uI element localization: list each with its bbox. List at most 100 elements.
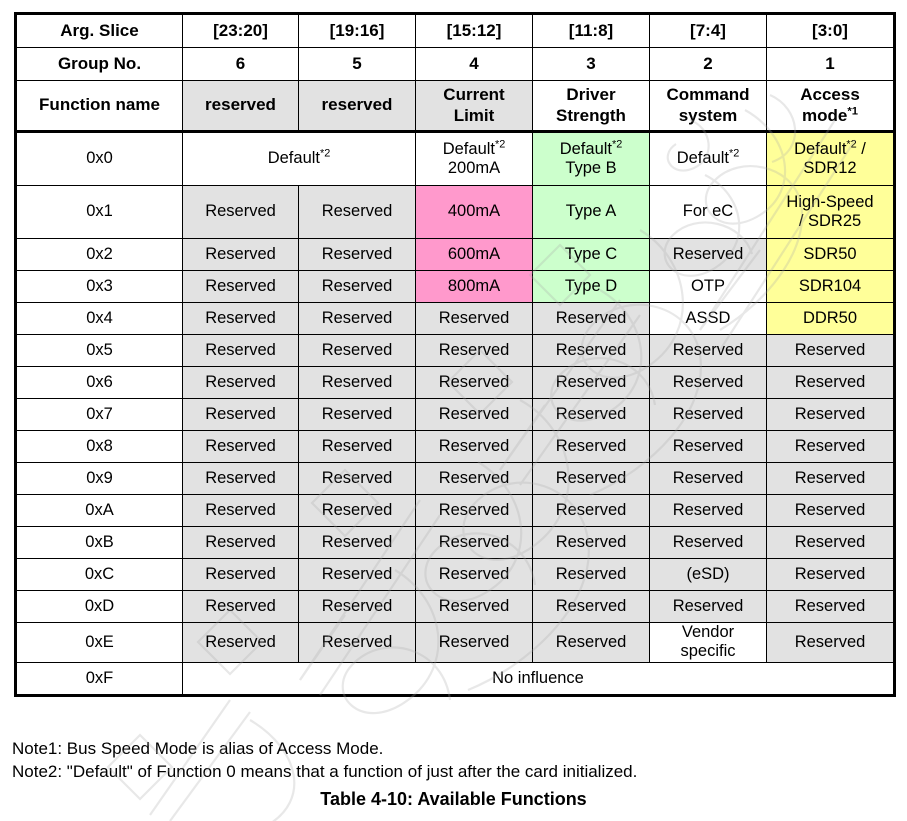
table-row: 0x6 Reserved Reserved Reserved Reserved Reser… <box>15 366 895 399</box>
cell-line1: Reserved <box>438 564 510 583</box>
data-cell: Reserved <box>182 185 299 239</box>
data-cell: Reserved <box>766 494 895 527</box>
cell-line1: Reserved <box>321 468 393 487</box>
arg-slice-cell-4: [7:4] <box>649 13 767 48</box>
table-row: 0x7 Reserved Reserved Reserved Reserved Reser… <box>15 398 895 431</box>
group-no-cell-2: 4 <box>415 47 533 81</box>
data-cell: Default*2 <box>649 131 767 186</box>
group-no-cell-1: 5 <box>298 47 416 81</box>
data-cell: Type A <box>532 185 650 239</box>
function-name-cell-2: Current Limit <box>415 80 533 133</box>
cell-line1: Reserved <box>321 404 393 423</box>
cell-line1: Default*2 <box>442 138 506 158</box>
note-1: Note1: Bus Speed Mode is alias of Access… <box>12 739 384 758</box>
data-cell: Reserved <box>766 590 895 623</box>
header-function-name-label: Function name <box>15 80 183 133</box>
document-page: Arg. Slice [23:20] [19:16] [15:12] [11:8] [7:… <box>0 0 907 821</box>
data-cell: Reserved <box>182 398 299 431</box>
row-function-name: Function name reserved reserved Current Limi… <box>15 80 895 133</box>
cell-line1: Reserved <box>794 468 866 487</box>
table-row: 0xE Reserved Reserved Reserved Reserved Vendo… <box>15 622 895 663</box>
data-cell: Reserved <box>415 590 533 623</box>
data-cell: Reserved <box>298 494 416 527</box>
data-cell: Reserved <box>298 270 416 303</box>
data-cell: Type C <box>532 238 650 271</box>
data-cell: Reserved <box>532 334 650 367</box>
cell-line1: Type D <box>564 276 618 295</box>
arg-slice-cell-1: [19:16] <box>298 13 416 48</box>
cell-line1: Reserved <box>555 372 627 391</box>
cell-line1: SDR50 <box>803 244 857 263</box>
data-cell: 400mA <box>415 185 533 239</box>
group-no-cell-4: 2 <box>649 47 767 81</box>
cell-line1: Reserved <box>205 276 276 295</box>
function-name-line2: system <box>678 105 738 125</box>
table-row: 0x8 Reserved Reserved Reserved Reserved Reser… <box>15 430 895 463</box>
row-id-cell: 0x6 <box>15 366 183 399</box>
data-cell: Default*2 200mA <box>415 131 533 186</box>
data-cell: Reserved <box>532 366 650 399</box>
data-cell: Reserved <box>649 526 767 559</box>
data-cell: SDR104 <box>766 270 895 303</box>
cell-line1: Reserved <box>205 532 276 551</box>
cell-line1: Reserved <box>438 372 510 391</box>
table-row: 0x4 Reserved Reserved Reserved Reserved ASSD D… <box>15 302 895 335</box>
data-cell: Reserved <box>766 462 895 495</box>
cell-line2: specific <box>680 642 736 661</box>
table-row: 0x3 Reserved Reserved 800mA Type D OTP SDR104 <box>15 270 895 303</box>
cell-line1: Reserved <box>794 632 866 651</box>
cell-line1: Reserved <box>438 632 510 651</box>
footnote-marker: *2 <box>495 138 506 151</box>
function-name-line1: Driver <box>566 85 616 105</box>
cell-line1: Reserved <box>321 372 393 391</box>
footnote-marker: *2 <box>320 147 331 160</box>
cell-line1: Type C <box>564 244 618 263</box>
data-cell: High-Speed / SDR25 <box>766 185 895 239</box>
cell-line1: Reserved <box>205 340 276 359</box>
function-name-line1: Current <box>443 85 505 105</box>
table-row-no-influence: 0xF No influence <box>15 661 895 696</box>
arg-slice-cell-2: [15:12] <box>415 13 533 48</box>
cell-line1: Reserved <box>672 500 744 519</box>
table-notes: Note1: Bus Speed Mode is alias of Access… <box>12 738 892 784</box>
cell-line1: Reserved <box>321 202 393 221</box>
data-cell: Reserved <box>298 238 416 271</box>
cell-line1: 800mA <box>447 276 501 295</box>
cell-line1: Reserved <box>438 596 510 615</box>
row-id-cell: 0xB <box>15 526 183 559</box>
data-cell: Reserved <box>298 526 416 559</box>
cell-line1: (eSD) <box>686 564 730 583</box>
data-cell: Reserved <box>182 238 299 271</box>
row-id-cell: 0xA <box>15 494 183 527</box>
data-cell: Reserved <box>649 462 767 495</box>
group-no-cell-0: 6 <box>182 47 299 81</box>
cell-line1: Reserved <box>205 404 276 423</box>
data-cell: Vendor specific <box>649 622 767 663</box>
data-cell: Reserved <box>649 334 767 367</box>
cell-line2: SDR12 <box>803 159 857 177</box>
function-name-line1: reserved <box>321 95 393 115</box>
cell-line1: OTP <box>691 276 725 295</box>
cell-line1: Reserved <box>672 340 744 359</box>
cell-line1: Default*2 <box>559 138 623 158</box>
function-name-cell-5: Access mode*1 <box>766 80 895 133</box>
data-cell: For eC <box>649 185 767 239</box>
data-cell: Reserved <box>415 558 533 591</box>
data-cell: Default*2 Type B <box>532 131 650 186</box>
data-cell: Reserved <box>766 430 895 463</box>
data-cell: Reserved <box>532 494 650 527</box>
data-cell: Reserved <box>182 622 299 663</box>
data-cell: Reserved <box>766 398 895 431</box>
cell-line1: Reserved <box>555 468 627 487</box>
cell-line1: 600mA <box>447 244 501 263</box>
cell-line2: / SDR25 <box>798 212 862 230</box>
table-row: 0x1 Reserved Reserved 400mA Type A For eC High… <box>15 185 895 239</box>
row-arg-slice: Arg. Slice [23:20] [19:16] [15:12] [11:8] [7:… <box>15 13 895 48</box>
cell-line1: Reserved <box>794 596 866 615</box>
cell-line2: Type B <box>565 159 617 177</box>
note-2: Note2: "Default" of Function 0 means tha… <box>12 761 638 781</box>
cell-line1: Reserved <box>794 436 866 455</box>
data-cell: Reserved <box>415 334 533 367</box>
row-id-cell: 0xD <box>15 590 183 623</box>
group-no-cell-3: 3 <box>532 47 650 81</box>
